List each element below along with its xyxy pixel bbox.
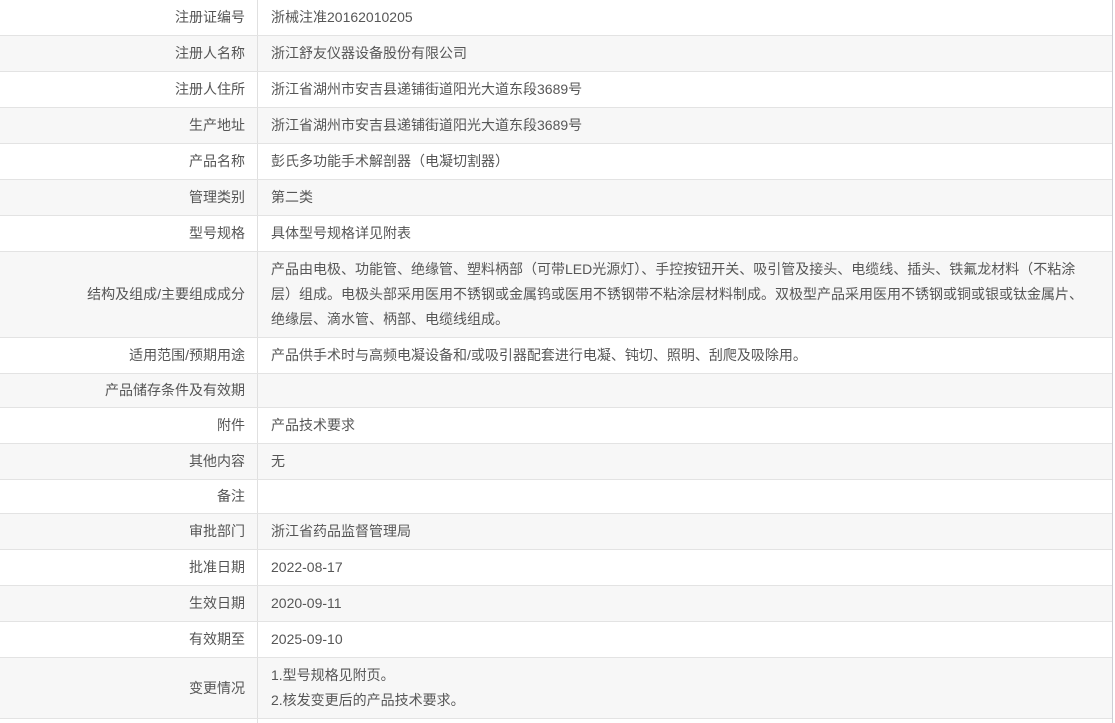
row-label: 注册人名称 <box>0 36 258 71</box>
row-value: 产品由电极、功能管、绝缘管、塑料柄部（可带LED光源灯）、手控按钮开关、吸引管及… <box>271 261 1083 327</box>
row-value: 浙械注准20162010205 <box>271 9 413 25</box>
row-value: 具体型号规格详见附表 <box>271 225 411 241</box>
row-value: 浙江省药品监督管理局 <box>271 523 411 539</box>
row-value: 第二类 <box>271 189 313 205</box>
table-row-attachments: 附件 产品技术要求 <box>0 408 1112 444</box>
row-label: 有效期至 <box>0 622 258 657</box>
row-value: 无 <box>271 453 285 469</box>
page: 注册证编号 浙械注准20162010205 注册人名称 浙江舒友仪器设备股份有限… <box>0 0 1115 723</box>
row-label: 产品储存条件及有效期 <box>0 374 258 407</box>
row-label: 附件 <box>0 408 258 443</box>
table-row-model-spec: 型号规格 具体型号规格详见附表 <box>0 216 1112 252</box>
table-row-effective-date: 生效日期 2020-09-11 <box>0 586 1112 622</box>
table-row-registrant-name: 注册人名称 浙江舒友仪器设备股份有限公司 <box>0 36 1112 72</box>
row-label: 适用范围/预期用途 <box>0 338 258 373</box>
table-row-change-status: 变更情况 1.型号规格见附页。 2.核发变更后的产品技术要求。 <box>0 658 1112 719</box>
table-row-other-content: 其他内容 无 <box>0 444 1112 480</box>
row-value: 2022-08-17 <box>271 559 343 575</box>
row-label: 型号规格 <box>0 216 258 251</box>
table-row-certificate-number: 注册证编号 浙械注准20162010205 <box>0 0 1112 36</box>
table-row-structure-composition: 结构及组成/主要组成成分 产品由电极、功能管、绝缘管、塑料柄部（可带LED光源灯… <box>0 252 1112 338</box>
row-value: 彭氏多功能手术解剖器（电凝切割器） <box>271 153 509 169</box>
table-row-remarks: 备注 <box>0 480 1112 514</box>
table-row-management-category: 管理类别 第二类 <box>0 180 1112 216</box>
row-label: 生效日期 <box>0 586 258 621</box>
table-row-product-name: 产品名称 彭氏多功能手术解剖器（电凝切割器） <box>0 144 1112 180</box>
table-row-registrant-address: 注册人住所 浙江省湖州市安吉县递铺街道阳光大道东段3689号 <box>0 72 1112 108</box>
row-value: 详情 <box>258 719 1112 723</box>
row-label: 生产地址 <box>0 108 258 143</box>
row-label: 注册人住所 <box>0 72 258 107</box>
row-label: 其他内容 <box>0 444 258 479</box>
table-row-approval-department: 审批部门 浙江省药品监督管理局 <box>0 514 1112 550</box>
row-value: 2025-09-10 <box>271 631 343 647</box>
row-label: 变更情况 <box>0 658 258 718</box>
row-value <box>258 386 1112 396</box>
row-label: 备注 <box>0 480 258 513</box>
registration-info-table: 注册证编号 浙械注准20162010205 注册人名称 浙江舒友仪器设备股份有限… <box>0 0 1113 723</box>
row-value: 产品技术要求 <box>271 417 355 433</box>
row-value: 2020-09-11 <box>271 595 342 611</box>
row-value: 产品供手术时与高频电凝设备和/或吸引器配套进行电凝、钝切、照明、刮爬及吸除用。 <box>271 347 807 363</box>
table-row-approval-date: 批准日期 2022-08-17 <box>0 550 1112 586</box>
row-value: 浙江省湖州市安吉县递铺街道阳光大道东段3689号 <box>271 81 583 97</box>
row-value: 浙江舒友仪器设备股份有限公司 <box>271 45 467 61</box>
row-value: 浙江省湖州市安吉县递铺街道阳光大道东段3689号 <box>271 117 583 133</box>
row-label: 注册证编号 <box>0 0 258 35</box>
table-row-expiry-date: 有效期至 2025-09-10 <box>0 622 1112 658</box>
row-label: 产品名称 <box>0 144 258 179</box>
row-label: 结构及组成/主要组成成分 <box>0 252 258 337</box>
table-row-note: 注 详情 <box>0 719 1112 723</box>
row-label: 批准日期 <box>0 550 258 585</box>
row-label: 审批部门 <box>0 514 258 549</box>
table-row-production-address: 生产地址 浙江省湖州市安吉县递铺街道阳光大道东段3689号 <box>0 108 1112 144</box>
table-row-storage-validity: 产品储存条件及有效期 <box>0 374 1112 408</box>
row-value <box>258 492 1112 502</box>
row-label: 注 <box>0 719 258 723</box>
row-label: 管理类别 <box>0 180 258 215</box>
row-value: 1.型号规格见附页。 2.核发变更后的产品技术要求。 <box>271 667 465 708</box>
table-row-intended-use: 适用范围/预期用途 产品供手术时与高频电凝设备和/或吸引器配套进行电凝、钝切、照… <box>0 338 1112 374</box>
